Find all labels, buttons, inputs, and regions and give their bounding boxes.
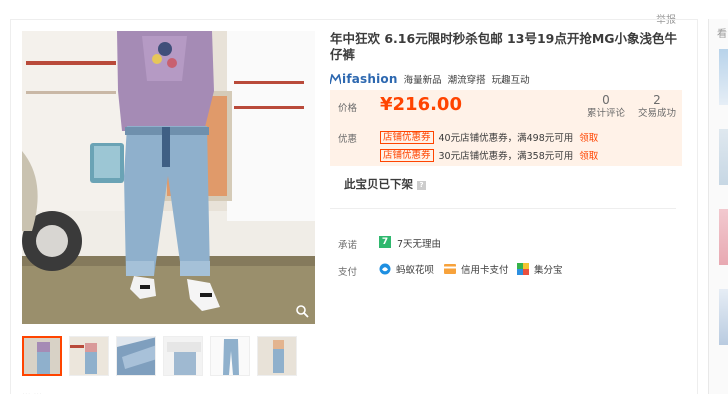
sales-count: 2 交易成功 [637, 93, 676, 120]
product-page: 举报 看 年中狂欢 6.16元限时秒杀包邮 13号19点开抢MG小象浅色牛仔裤 … [0, 0, 728, 394]
seven-day-return-icon: 7 [379, 236, 391, 248]
brand-tag: 潮流穿搭 [447, 75, 486, 86]
help-icon[interactable]: ? [417, 181, 426, 190]
divider [330, 208, 676, 209]
thumbnail-item[interactable] [163, 336, 203, 376]
recommend-thumb[interactable] [719, 49, 728, 105]
recommend-strip: 看 [708, 19, 728, 394]
recommend-thumb[interactable] [719, 289, 728, 345]
brand-row: ifashion 海量新品 潮流穿搭 玩趣互动 [330, 71, 530, 87]
coupon-claim-link[interactable]: 领取 [579, 148, 598, 162]
thumbnail-item[interactable] [22, 336, 62, 376]
recommend-label: 看 [717, 29, 727, 40]
review-count[interactable]: 0 累计评论 [586, 94, 626, 120]
payment-jifenbao[interactable]: 集分宝 [517, 263, 563, 276]
price-value: ¥216.00 [380, 94, 462, 115]
brand-tag: 海量新品 [403, 75, 442, 86]
coupon-tag: 店铺优惠券 [380, 148, 434, 162]
promise-label: 承诺 [338, 240, 358, 251]
coupon-text: 30元店铺优惠券，满358元可用 [438, 151, 574, 162]
payment-label: 支付 [338, 267, 358, 278]
product-title: 年中狂欢 6.16元限时秒杀包邮 13号19点开抢MG小象浅色牛仔裤 [330, 31, 678, 62]
ifashion-logo[interactable]: ifashion [330, 72, 398, 86]
thumbnail-item[interactable] [210, 336, 250, 376]
recommend-thumb[interactable] [719, 209, 728, 265]
offshelf-notice: 此宝贝已下架 ? [344, 176, 426, 192]
recommend-thumb[interactable] [719, 129, 728, 185]
main-product-image[interactable] [22, 31, 315, 324]
coupon-row: 店铺优惠券 30元店铺优惠券，满358元可用 领取 [380, 148, 598, 162]
product-photo [22, 31, 315, 324]
promise-text[interactable]: 7天无理由 [397, 236, 441, 250]
price-label: 价格 [338, 103, 358, 114]
credit-card-icon [444, 264, 456, 274]
brand-tag: 玩趣互动 [491, 75, 530, 86]
huabei-icon [379, 263, 391, 275]
coupon-row: 店铺优惠券 40元店铺优惠券，满498元可用 领取 [380, 130, 598, 144]
payment-huabei[interactable]: 蚂蚁花呗 [379, 263, 434, 276]
price-panel: 价格 ¥216.00 0 累计评论 2 交易成功 优惠 店铺优惠券 40元店铺优… [330, 90, 682, 166]
jifenbao-icon [517, 263, 529, 275]
zoom-icon[interactable] [295, 304, 309, 318]
thumbnail-item[interactable] [116, 336, 156, 376]
footer-partial-text: ... ... [22, 388, 43, 394]
coupon-text: 40元店铺优惠券，满498元可用 [438, 133, 574, 144]
coupon-claim-link[interactable]: 领取 [579, 130, 598, 144]
thumbnail-item[interactable] [69, 336, 109, 376]
ifashion-mark-icon [330, 73, 341, 84]
promo-label: 优惠 [338, 134, 358, 145]
thumbnail-item[interactable] [257, 336, 297, 376]
payment-credit-card[interactable]: 信用卡支付 [444, 263, 509, 276]
coupon-tag: 店铺优惠券 [380, 130, 434, 144]
